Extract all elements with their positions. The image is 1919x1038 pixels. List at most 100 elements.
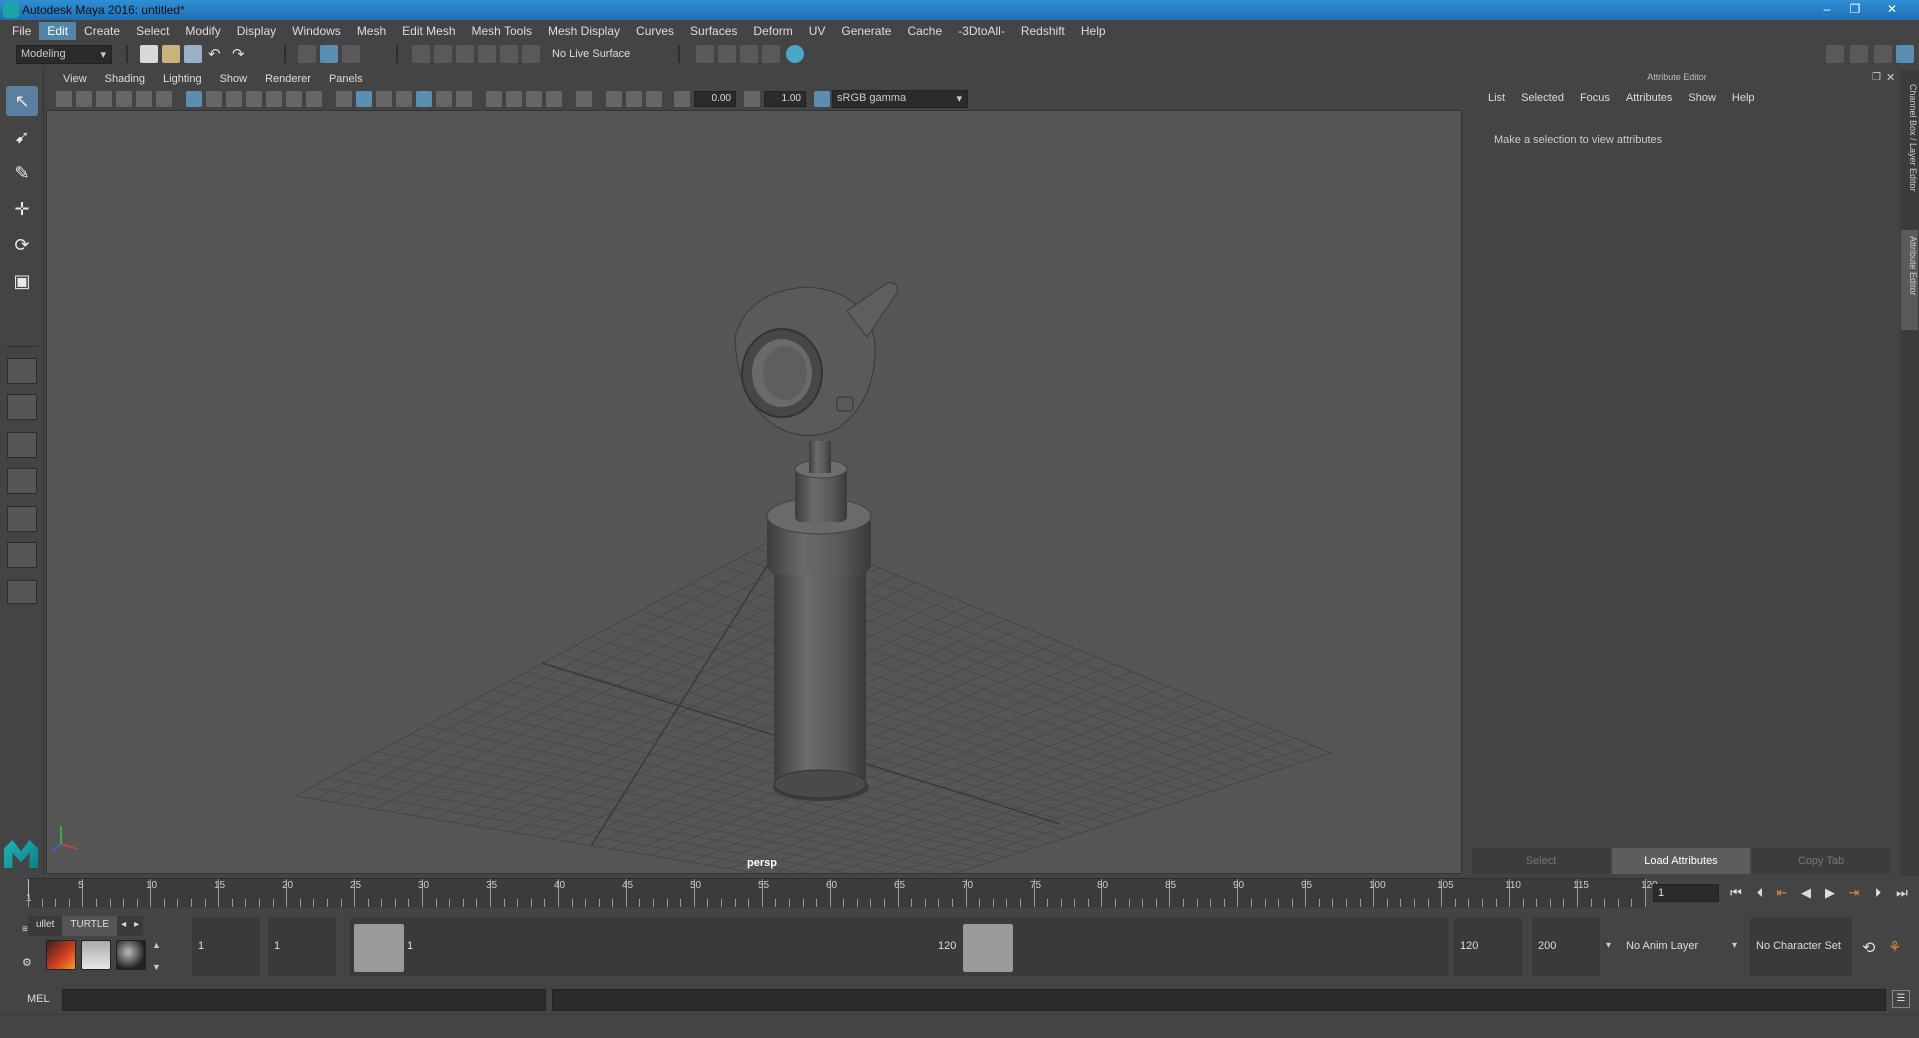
attr-menu-attributes[interactable]: Attributes — [1618, 92, 1680, 104]
backface-culling-icon[interactable] — [646, 91, 662, 107]
persp-graph-layout-icon[interactable] — [7, 468, 37, 494]
render-current-icon[interactable] — [718, 45, 736, 63]
viewport-menu-panels[interactable]: Panels — [320, 73, 372, 85]
chevron-down-icon[interactable]: ▾ — [1606, 940, 1611, 951]
persp-node-layout-icon[interactable] — [7, 506, 37, 532]
xray-active-icon[interactable] — [626, 91, 642, 107]
script-language-toggle[interactable]: MEL — [27, 993, 50, 1005]
menu-display[interactable]: Display — [229, 22, 284, 40]
bookmark-icon[interactable] — [96, 91, 112, 107]
lasso-tool-icon[interactable]: ➹ — [6, 122, 38, 152]
chevron-down-icon[interactable]: ▾ — [1732, 940, 1737, 951]
shelf-tab-bullet[interactable]: ullet — [28, 916, 63, 936]
close-panel-icon[interactable]: ✕ — [1886, 71, 1895, 84]
shelf-scroll-right-icon[interactable]: ▸ — [130, 916, 144, 936]
menu-mesh[interactable]: Mesh — [349, 22, 394, 40]
new-scene-icon[interactable] — [140, 45, 158, 63]
snap-live-icon[interactable] — [500, 45, 518, 63]
menu-generate[interactable]: Generate — [833, 22, 899, 40]
2d-pan-zoom-icon[interactable] — [136, 91, 152, 107]
grid-toggle-icon[interactable] — [186, 91, 202, 107]
attr-menu-list[interactable]: List — [1480, 92, 1513, 104]
attr-menu-show[interactable]: Show — [1680, 92, 1724, 104]
menu-set-dropdown[interactable]: Modeling ▾ — [16, 45, 112, 64]
snap-grid-icon[interactable] — [412, 45, 430, 63]
snap-point-icon[interactable] — [456, 45, 474, 63]
menu-modify[interactable]: Modify — [177, 22, 228, 40]
exposure-field[interactable]: 0.00 — [694, 91, 736, 107]
playback-start-field[interactable]: 1 — [268, 918, 336, 976]
menu-redshift[interactable]: Redshift — [1013, 22, 1073, 40]
undo-icon[interactable]: ↶ — [208, 45, 221, 63]
ipr-render-icon[interactable] — [740, 45, 758, 63]
attr-menu-help[interactable]: Help — [1724, 92, 1763, 104]
safe-title-icon[interactable] — [306, 91, 322, 107]
shelf-scroll-left-icon[interactable]: ◂ — [117, 916, 131, 936]
persp-outliner-layout-icon[interactable] — [7, 432, 37, 458]
step-forward-frame-icon[interactable]: ⏵ — [1868, 882, 1888, 904]
animation-preferences-icon[interactable]: ⚘ — [1888, 938, 1901, 956]
menu-surfaces[interactable]: Surfaces — [682, 22, 745, 40]
play-forwards-icon[interactable]: ▶ — [1820, 882, 1840, 904]
viewport-menu-renderer[interactable]: Renderer — [256, 73, 320, 85]
exposure-icon[interactable] — [674, 91, 690, 107]
screen-space-ao-icon[interactable] — [486, 91, 502, 107]
animation-start-field[interactable]: 1 — [192, 918, 260, 976]
menu-curves[interactable]: Curves — [628, 22, 682, 40]
snap-view-plane-icon[interactable] — [478, 45, 496, 63]
symmetry-icon[interactable] — [522, 45, 540, 63]
go-to-end-icon[interactable]: ⏭ — [1892, 882, 1912, 904]
viewport-menu-lighting[interactable]: Lighting — [154, 73, 211, 85]
menu-deform[interactable]: Deform — [745, 22, 800, 40]
select-by-hierarchy-icon[interactable] — [298, 45, 316, 63]
gamma-icon[interactable] — [744, 91, 760, 107]
auto-key-icon[interactable]: ⟲ — [1862, 938, 1875, 958]
float-panel-icon[interactable]: ❐ — [1872, 72, 1881, 83]
paint-select-tool-icon[interactable]: ✎ — [6, 158, 38, 188]
grease-pencil-icon[interactable] — [156, 91, 172, 107]
live-surface-label[interactable]: No Live Surface — [552, 48, 630, 60]
isolate-select-icon[interactable] — [576, 91, 592, 107]
script-editor-icon[interactable]: ☰ — [1892, 990, 1910, 1008]
time-slider[interactable]: 1 51015202530354045505560657075808590951… — [26, 878, 1658, 908]
redo-icon[interactable]: ↷ — [232, 45, 245, 63]
tab-channel-box[interactable]: Channel Box / Layer Editor — [1901, 78, 1918, 218]
snap-curve-icon[interactable] — [434, 45, 452, 63]
menu-mesh-display[interactable]: Mesh Display — [540, 22, 628, 40]
gamma-field[interactable]: 1.00 — [764, 91, 806, 107]
motion-blur-icon[interactable] — [506, 91, 522, 107]
step-back-key-icon[interactable]: ⇤ — [1772, 882, 1792, 904]
viewport-menu-shading[interactable]: Shading — [96, 73, 154, 85]
load-attributes-button[interactable]: Load Attributes — [1612, 848, 1750, 874]
menu-create[interactable]: Create — [76, 22, 128, 40]
turtle-render-icon[interactable] — [46, 940, 76, 970]
smooth-shade-icon[interactable] — [356, 91, 372, 107]
step-forward-key-icon[interactable]: ⇥ — [1844, 882, 1864, 904]
copy-tab-button[interactable]: Copy Tab — [1752, 848, 1890, 874]
menu-cache[interactable]: Cache — [899, 22, 950, 40]
character-set-dropdown[interactable]: No Character Set — [1750, 918, 1852, 976]
wireframe-icon[interactable] — [336, 91, 352, 107]
film-gate-icon[interactable] — [206, 91, 222, 107]
turtle-bake-icon[interactable] — [81, 940, 111, 970]
shelf-settings-icon[interactable]: ⚙ — [22, 956, 32, 969]
command-input[interactable] — [62, 989, 546, 1011]
menu-uv[interactable]: UV — [801, 22, 834, 40]
play-backwards-icon[interactable]: ◀ — [1796, 882, 1816, 904]
camera-icon[interactable] — [56, 91, 72, 107]
menu-file[interactable]: File — [4, 22, 39, 40]
xray-joints-icon[interactable] — [606, 91, 622, 107]
animation-end-field[interactable]: 200 — [1532, 918, 1600, 976]
menu-windows[interactable]: Windows — [284, 22, 349, 40]
modeling-toolkit-icon[interactable] — [1826, 45, 1844, 63]
select-by-component-icon[interactable] — [342, 45, 360, 63]
step-back-frame-icon[interactable]: ⏴ — [1750, 882, 1770, 904]
render-settings-icon[interactable] — [762, 45, 780, 63]
scale-tool-icon[interactable]: ▣ — [6, 266, 38, 296]
color-management-icon[interactable] — [814, 91, 830, 107]
default-material-icon[interactable] — [376, 91, 392, 107]
camera-attributes-icon[interactable] — [76, 91, 92, 107]
view-transform-dropdown[interactable]: sRGB gamma ▾ — [832, 90, 968, 108]
shelf-menu-icon[interactable]: ≡ — [22, 924, 28, 935]
go-to-start-icon[interactable]: ⏮ — [1726, 882, 1746, 904]
